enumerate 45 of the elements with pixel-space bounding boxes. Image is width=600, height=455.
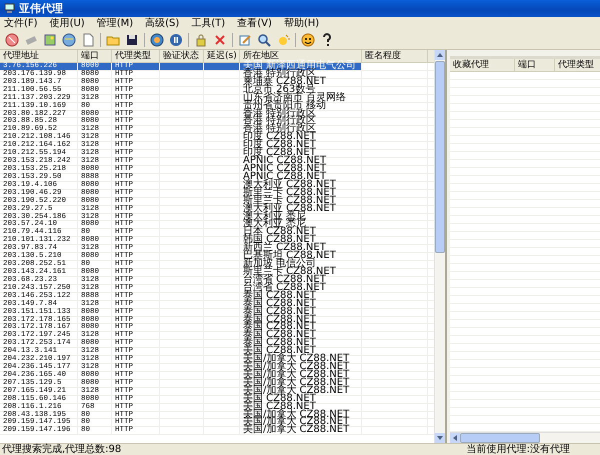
column-header[interactable]: 代理地址 [0, 50, 78, 62]
scroll-up-button[interactable] [435, 50, 445, 60]
menu-item[interactable]: 文件(F) [4, 17, 38, 30]
status-text: 当前使用代理:没有代理 [466, 444, 570, 455]
status-text: 代理搜索完成,代理总数:98 [2, 444, 122, 455]
scrollbar-thumb[interactable] [460, 433, 540, 443]
table-cell: 泰国 CZ88.NET [240, 316, 362, 324]
column-header[interactable]: 代理类型 [555, 59, 600, 71]
scrollbar-thumb[interactable] [435, 61, 445, 253]
document-icon[interactable] [81, 32, 95, 46]
menu-item[interactable]: 管理(M) [96, 17, 134, 30]
menu-item[interactable]: 高级(S) [145, 17, 180, 30]
horizontal-scrollbar[interactable] [450, 432, 600, 443]
column-header[interactable]: 匿名程度 [362, 50, 428, 62]
vertical-scrollbar[interactable] [434, 50, 445, 443]
lock-icon[interactable] [194, 32, 208, 46]
menu-item[interactable]: 工具(T) [191, 17, 226, 30]
column-header[interactable]: 端口 [78, 50, 112, 62]
help-icon[interactable] [320, 32, 334, 46]
menu-item[interactable]: 使用(U) [50, 17, 85, 30]
delete-icon[interactable] [213, 32, 227, 46]
column-header[interactable]: 验证状态 [160, 50, 204, 62]
menu-item[interactable]: 查看(V) [237, 17, 272, 30]
scroll-left-button[interactable] [450, 433, 460, 443]
search-icon[interactable] [257, 32, 271, 46]
menu-item[interactable]: 帮助(H) [284, 17, 320, 30]
column-header[interactable]: 端口 [515, 59, 555, 71]
picture-icon[interactable] [43, 32, 57, 46]
column-header[interactable]: 代理类型 [112, 50, 160, 62]
computer-icon [4, 3, 15, 14]
table-cell: APNIC CZ88.NET [240, 158, 362, 165]
stop-icon[interactable] [5, 32, 19, 46]
table-cell: APNIC CZ88.NET [240, 166, 362, 173]
table-cell: 泰国 CZ88.NET [240, 300, 362, 308]
pause-icon[interactable] [169, 32, 183, 46]
save-icon[interactable] [125, 32, 139, 46]
smiley-icon[interactable] [301, 32, 315, 46]
column-header[interactable]: 所在地区 [240, 50, 362, 62]
scroll-down-button[interactable] [435, 433, 445, 443]
table-cell: 泰国 CZ88.NET [240, 308, 362, 316]
edit-icon[interactable] [238, 32, 252, 46]
column-header[interactable]: 延迟(s) [204, 50, 240, 62]
window-title: 亚伟代理 [19, 2, 63, 15]
column-header[interactable]: 收藏代理 [450, 59, 515, 71]
table-cell: 泰国 CZ88.NET [240, 292, 362, 300]
